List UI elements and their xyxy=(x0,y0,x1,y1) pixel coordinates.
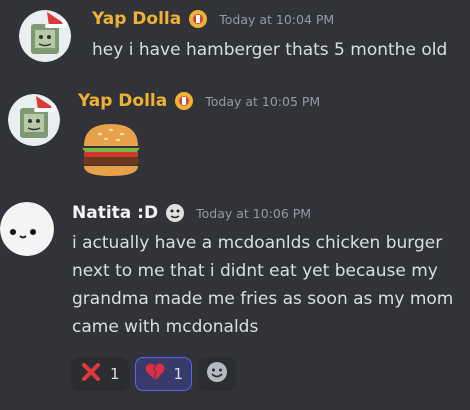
smiley-icon xyxy=(205,360,229,388)
reaction-count: 1 xyxy=(110,365,120,383)
timestamp: Today at 10:06 PM xyxy=(196,205,312,221)
reaction-broken-heart[interactable]: 1 xyxy=(134,357,193,391)
username[interactable]: Yap Dolla xyxy=(78,91,167,111)
message-line: came with mcdonalds xyxy=(72,317,259,337)
reactions-bar: 1 1 xyxy=(71,357,237,391)
role-badge-icon[interactable] xyxy=(164,202,186,224)
timestamp: Today at 10:05 PM xyxy=(205,93,321,109)
avatar-natita[interactable] xyxy=(0,202,54,256)
message-text: hey i have hamberger thats 5 monthe old xyxy=(92,40,448,60)
avatar-yap-dolla[interactable] xyxy=(8,94,60,146)
cross-mark-icon xyxy=(80,361,102,387)
message-3: Natita :D Today at 10:06 PM i actually h… xyxy=(0,196,470,410)
burger-emoji-icon xyxy=(78,120,144,182)
username[interactable]: Yap Dolla xyxy=(92,9,181,29)
role-badge-icon[interactable] xyxy=(173,90,195,112)
message-line: i actually have a mcdoanlds chicken burg… xyxy=(72,233,443,253)
reaction-cross[interactable]: 1 xyxy=(71,357,129,391)
message-text: i actually have a mcdoanlds chicken burg… xyxy=(72,229,453,341)
username[interactable]: Natita :D xyxy=(72,203,158,223)
message-1: Yap Dolla Today at 10:04 PM hey i have h… xyxy=(0,0,470,80)
reaction-count: 1 xyxy=(173,365,184,383)
message-line: grandma made me fries as soon as my mom xyxy=(72,289,454,309)
timestamp: Today at 10:04 PM xyxy=(219,11,335,27)
message-line: next to me that i didnt eat yet because … xyxy=(72,261,438,281)
message-2: Yap Dolla Today at 10:05 PM xyxy=(0,84,470,184)
broken-heart-icon xyxy=(144,361,166,387)
add-reaction-button[interactable] xyxy=(198,357,237,391)
avatar-yap-dolla[interactable] xyxy=(19,10,71,62)
role-badge-icon[interactable] xyxy=(187,8,209,30)
